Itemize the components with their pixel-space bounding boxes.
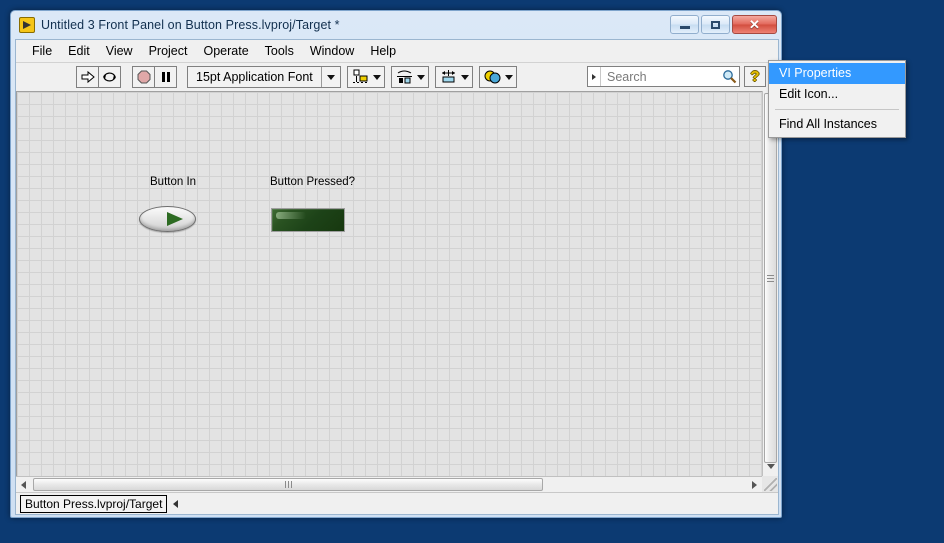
magnifier-icon[interactable] xyxy=(719,69,739,84)
chevron-down-icon[interactable] xyxy=(460,74,469,80)
chevron-down-icon[interactable] xyxy=(320,67,340,87)
resize-objects-icon xyxy=(439,68,458,86)
vertical-scrollbar[interactable] xyxy=(762,91,778,476)
run-button[interactable] xyxy=(76,66,99,88)
labview-vi-icon xyxy=(19,17,35,33)
distribute-objects-icon xyxy=(395,68,414,86)
scrollbar-grip-icon xyxy=(284,481,292,488)
horizontal-scrollbar[interactable] xyxy=(16,476,762,492)
resize-grip-icon[interactable] xyxy=(764,478,777,491)
menu-item-file[interactable]: File xyxy=(24,42,60,60)
reorder-objects-icon xyxy=(483,68,502,86)
window-controls: ✕ xyxy=(670,15,777,34)
context-help-icon: ? xyxy=(750,68,760,85)
horizontal-scrollbar-thumb[interactable] xyxy=(33,478,543,491)
context-menu-item-edit-icon[interactable]: Edit Icon... xyxy=(769,84,905,105)
window-title: Untitled 3 Front Panel on Button Press.l… xyxy=(41,18,340,32)
menu-item-operate[interactable]: Operate xyxy=(195,42,256,60)
maximize-button[interactable] xyxy=(701,15,730,34)
toolbar: 15pt Application Font Search ? xyxy=(16,63,778,92)
status-target-label[interactable]: Button Press.lvproj/Target xyxy=(20,494,168,513)
title-bar[interactable]: Untitled 3 Front Panel on Button Press.l… xyxy=(11,11,781,39)
context-menu-item-find-all-instances[interactable]: Find All Instances xyxy=(769,114,905,135)
menu-item-help[interactable]: Help xyxy=(362,42,404,60)
context-menu-separator xyxy=(775,109,899,110)
run-continuously-button[interactable] xyxy=(98,66,121,88)
menu-item-view[interactable]: View xyxy=(98,42,141,60)
desktop-background: Untitled 3 Front Panel on Button Press.l… xyxy=(0,0,944,543)
abort-execution-button[interactable] xyxy=(132,66,155,88)
minimize-icon xyxy=(679,26,690,29)
chevron-left-icon[interactable] xyxy=(173,499,179,508)
client-area: File Edit View Project Operate Tools Win… xyxy=(15,39,779,515)
scrollbar-grip-icon xyxy=(767,274,774,282)
chevron-right-icon xyxy=(752,480,757,489)
pause-button[interactable] xyxy=(154,66,177,88)
minimize-button[interactable] xyxy=(670,15,699,34)
run-controls-group xyxy=(76,66,121,88)
reorder-objects-button[interactable] xyxy=(478,66,517,88)
menu-item-tools[interactable]: Tools xyxy=(257,42,302,60)
context-menu: VI Properties Edit Icon... Find All Inst… xyxy=(768,60,906,138)
align-objects-button[interactable] xyxy=(346,66,385,88)
search-scope-icon[interactable] xyxy=(588,67,601,86)
font-selector-label: 15pt Application Font xyxy=(196,70,313,84)
align-objects-icon xyxy=(351,68,370,86)
maximize-icon xyxy=(711,20,720,29)
button-in-label: Button In xyxy=(150,176,197,188)
chevron-down-icon[interactable] xyxy=(504,74,513,80)
button-in-switch[interactable] xyxy=(139,206,196,232)
menu-bar: File Edit View Project Operate Tools Win… xyxy=(16,40,778,63)
menu-item-edit[interactable]: Edit xyxy=(60,42,98,60)
scroll-right-button[interactable] xyxy=(747,478,762,491)
vertical-scrollbar-thumb[interactable] xyxy=(764,93,777,463)
scroll-left-button[interactable] xyxy=(16,478,31,491)
scroll-down-button[interactable] xyxy=(764,459,777,474)
resize-objects-button[interactable] xyxy=(434,66,473,88)
search-placeholder: Search xyxy=(607,69,647,84)
close-icon: ✕ xyxy=(749,17,760,32)
chevron-down-icon[interactable] xyxy=(372,74,381,80)
search-input[interactable]: Search xyxy=(587,66,740,87)
context-menu-item-vi-properties[interactable]: VI Properties xyxy=(769,63,905,84)
status-bar: Button Press.lvproj/Target xyxy=(16,492,778,514)
distribute-objects-button[interactable] xyxy=(390,66,429,88)
close-button[interactable]: ✕ xyxy=(732,15,777,34)
button-pressed-led[interactable] xyxy=(271,208,345,232)
front-panel-canvas[interactable]: Button In Button Pressed? xyxy=(16,91,762,476)
labview-front-panel-window: Untitled 3 Front Panel on Button Press.l… xyxy=(10,10,782,518)
abort-execution-icon xyxy=(137,70,150,84)
menu-item-window[interactable]: Window xyxy=(302,42,362,60)
pause-icon xyxy=(161,72,170,82)
run-continuously-icon xyxy=(103,72,116,82)
front-panel-workspace: Button In Button Pressed? xyxy=(16,91,778,492)
menu-item-project[interactable]: Project xyxy=(141,42,196,60)
switch-arrow-icon xyxy=(167,212,183,226)
context-help-button[interactable]: ? xyxy=(744,66,766,87)
abort-pause-group xyxy=(132,66,177,88)
font-selector[interactable]: 15pt Application Font xyxy=(187,66,341,88)
button-pressed-label: Button Pressed? xyxy=(270,176,356,188)
chevron-down-icon[interactable] xyxy=(416,74,425,80)
run-arrow-icon xyxy=(81,70,95,84)
chevron-down-icon xyxy=(766,464,775,469)
chevron-left-icon xyxy=(21,480,26,489)
